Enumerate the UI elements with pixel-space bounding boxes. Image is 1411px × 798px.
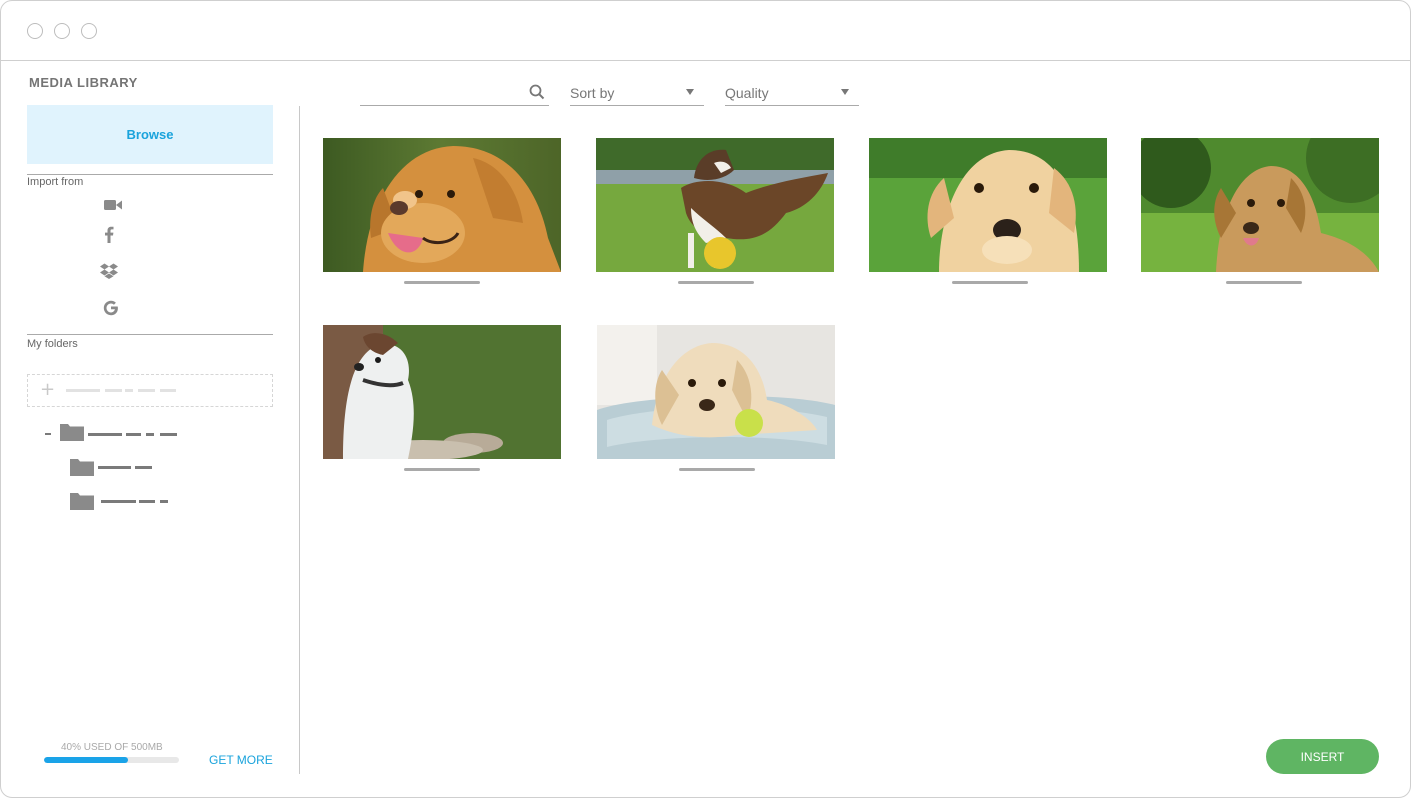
image-thumbnail[interactable] <box>323 325 561 459</box>
browse-button[interactable]: Browse <box>27 105 273 164</box>
image-caption-placeholder <box>1226 281 1302 284</box>
facebook-icon[interactable] <box>99 224 119 244</box>
new-folder-button[interactable]: + <box>27 374 273 407</box>
sort-by-label: Sort by <box>570 85 615 101</box>
folder-name-line <box>160 500 168 503</box>
media-library-window: MEDIA LIBRARY Browse Import from My fold… <box>0 0 1411 798</box>
dropbox-icon[interactable] <box>99 261 119 281</box>
get-more-link[interactable]: GET MORE <box>209 753 273 767</box>
window-close-button[interactable] <box>27 23 43 39</box>
divider <box>27 334 273 335</box>
folder-name-line <box>88 433 122 436</box>
image-thumbnail[interactable] <box>596 138 834 272</box>
window-minimize-button[interactable] <box>54 23 70 39</box>
image-caption-placeholder <box>679 468 755 471</box>
placeholder-line <box>105 389 122 392</box>
folder-name-line <box>160 433 177 436</box>
placeholder-line <box>160 389 176 392</box>
sort-by-dropdown[interactable]: Sort by <box>570 81 704 106</box>
media-library-title: MEDIA LIBRARY <box>29 75 138 90</box>
image-caption-placeholder <box>678 281 754 284</box>
import-from-label: Import from <box>27 176 84 188</box>
golden-retriever-garden-image <box>1141 138 1379 272</box>
folder-name-line <box>101 500 136 503</box>
terrier-image <box>323 325 561 459</box>
image-thumbnail[interactable] <box>869 138 1107 272</box>
folder-name-line <box>98 466 131 469</box>
placeholder-line <box>138 389 155 392</box>
video-camera-icon[interactable] <box>103 195 123 215</box>
image-thumbnail[interactable] <box>323 138 561 272</box>
golden-retriever-image <box>323 138 561 272</box>
folder-icon[interactable] <box>70 492 94 510</box>
image-caption-placeholder <box>404 281 480 284</box>
image-thumbnail[interactable] <box>597 325 835 459</box>
folder-icon[interactable] <box>60 423 84 441</box>
folder-name-line <box>135 466 152 469</box>
divider <box>27 174 273 175</box>
folder-name-line <box>126 433 141 436</box>
window-maximize-button[interactable] <box>81 23 97 39</box>
chevron-down-icon <box>841 89 849 95</box>
collapse-toggle[interactable] <box>45 433 51 435</box>
search-box <box>360 81 549 106</box>
folder-icon[interactable] <box>70 458 94 476</box>
collie-with-ball-image <box>596 138 834 272</box>
placeholder-line <box>66 389 100 392</box>
storage-usage-bar <box>44 757 179 763</box>
image-caption-placeholder <box>952 281 1028 284</box>
search-icon[interactable] <box>529 84 545 100</box>
search-input[interactable] <box>360 81 524 105</box>
storage-usage-fill <box>44 757 128 763</box>
sidebar-divider <box>299 106 300 774</box>
image-caption-placeholder <box>404 468 480 471</box>
folder-name-line <box>146 433 154 436</box>
quality-dropdown[interactable]: Quality <box>725 81 859 106</box>
image-thumbnail[interactable] <box>1141 138 1379 272</box>
plus-icon: + <box>40 379 56 400</box>
sidebar: MEDIA LIBRARY Browse Import from My fold… <box>1 61 299 797</box>
storage-usage-text: 40% USED OF 500MB <box>61 742 163 753</box>
placeholder-line <box>125 389 133 392</box>
chevron-down-icon <box>686 89 694 95</box>
labrador-puppy-image <box>869 138 1107 272</box>
my-folders-label: My folders <box>27 338 78 350</box>
golden-retriever-cushion-image <box>597 325 835 459</box>
title-bar <box>1 1 1410 61</box>
quality-label: Quality <box>725 85 769 101</box>
folder-name-line <box>139 500 155 503</box>
insert-button[interactable]: INSERT <box>1266 739 1379 774</box>
google-icon[interactable] <box>101 298 121 318</box>
